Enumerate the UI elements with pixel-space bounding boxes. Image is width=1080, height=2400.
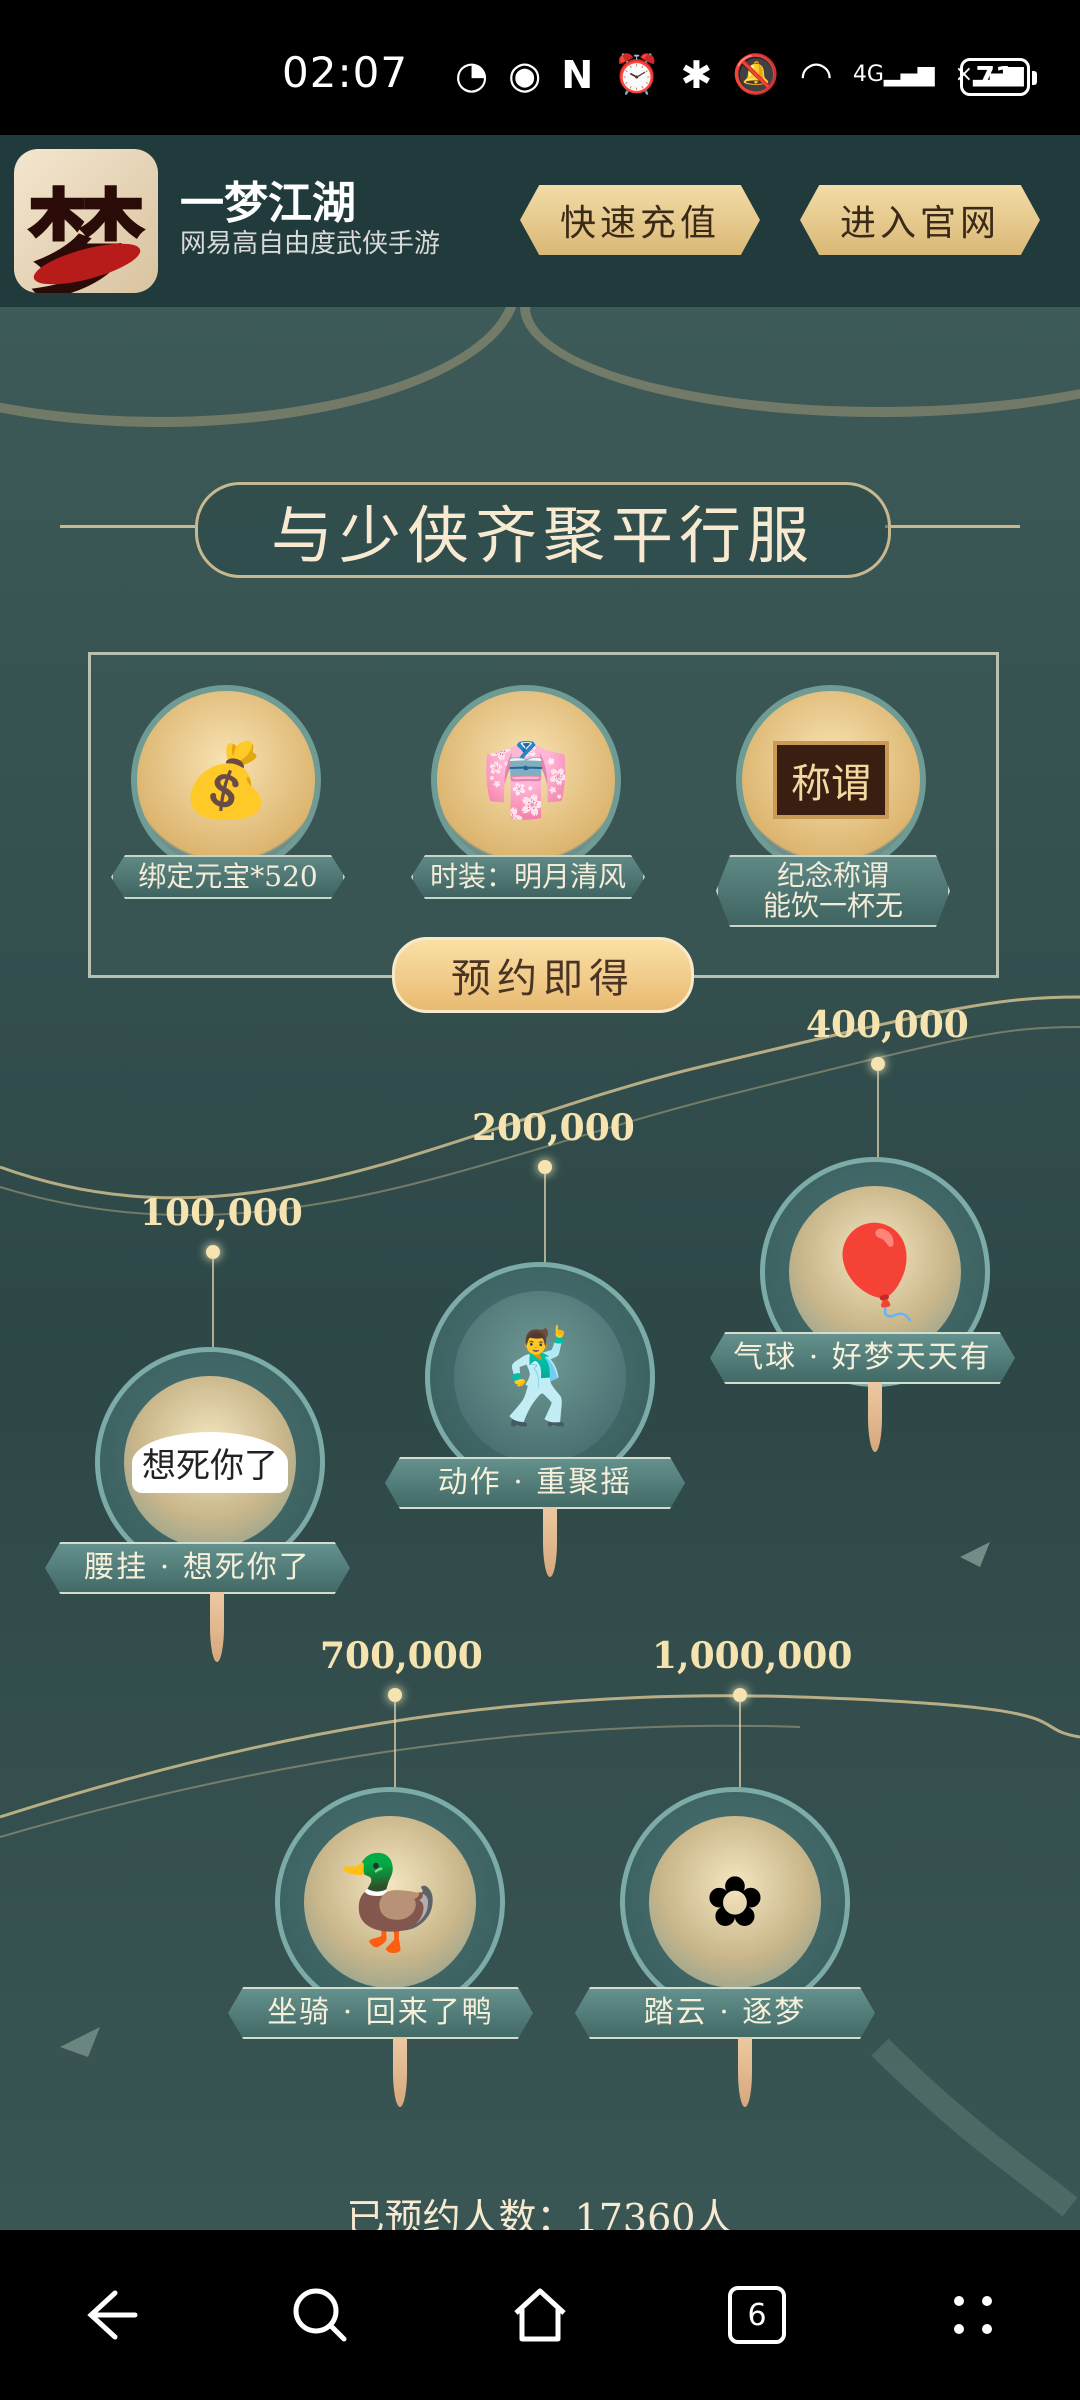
tassel <box>393 2037 407 2107</box>
milestone-value: 1,000,000 <box>652 1635 853 1677</box>
tassel <box>868 1382 882 1452</box>
duck-icon: 🦆 <box>304 1816 476 1988</box>
fan-text: 想死你了 <box>132 1431 288 1493</box>
reservation-total: 已预约人数：17360人 <box>346 2196 734 2230</box>
reserve-button[interactable]: 预约即得 <box>392 937 694 1013</box>
headline-deco-left <box>60 525 195 528</box>
page-headline: 与少侠齐聚平行服 <box>270 499 815 572</box>
title-plaque: 称谓 <box>773 741 889 819</box>
tabs-icon[interactable]: 6 <box>712 2270 802 2360</box>
reward-item: 称谓 纪念称谓 能饮一杯无 <box>716 685 950 927</box>
quick-recharge-button[interactable]: 快速充值 <box>520 185 760 255</box>
wifi-icon: ◠ <box>799 52 833 97</box>
speedometer-icon: ◔ <box>455 52 489 97</box>
app-title: 一梦江湖 <box>180 178 356 229</box>
app-header: 梦 一梦江湖 网易高自由度武侠手游 快速充值 进入官网 <box>0 135 1080 307</box>
milestone-label: 腰挂 · 想死你了 <box>45 1542 350 1594</box>
eye-icon: ◉ <box>508 52 542 97</box>
back-icon[interactable] <box>62 2270 152 2360</box>
costume-icon: 👘 <box>431 685 621 875</box>
milestone-line <box>544 1172 546 1267</box>
milestone-value: 100,000 <box>140 1192 303 1234</box>
mute-icon: 🔕 <box>732 52 780 96</box>
app-subtitle: 网易高自由度武侠手游 <box>180 229 441 259</box>
signal-4g-icon: 4G▂▄▆ <box>852 62 935 87</box>
alarm-icon: ⏰ <box>613 52 661 96</box>
tassel <box>543 1507 557 1577</box>
navigation-bar: 6 <box>0 2230 1080 2400</box>
reward-item: 👘 时装：明月清风 <box>411 685 645 899</box>
milestone-value: 400,000 <box>806 1004 969 1046</box>
title-plaque-icon: 称谓 <box>736 685 926 875</box>
milestone-line <box>739 1700 741 1790</box>
reward-label: 绑定元宝*520 <box>111 855 345 899</box>
status-bar: 02:07 ◔ ◉ N ⏰ ✱ 🔕 ◠ 4G▂▄▆ ×▂▄▆ 71 <box>0 0 1080 135</box>
milestone-line <box>394 1700 396 1790</box>
status-time: 02:07 <box>282 48 409 97</box>
cloud-step-icon: ✿ <box>649 1816 821 1988</box>
reward-label: 纪念称谓 能饮一杯无 <box>716 855 950 927</box>
reward-label: 时装：明月清风 <box>411 855 645 899</box>
fan-icon: 想死你了 <box>124 1376 296 1548</box>
milestone-value: 200,000 <box>472 1107 635 1149</box>
reward-label-line2: 能饮一杯无 <box>762 889 903 922</box>
home-icon[interactable] <box>495 2270 585 2360</box>
headline-deco-right <box>885 525 1020 528</box>
reservation-reward-panel: 💰 绑定元宝*520 👘 时装：明月清风 称谓 纪念称谓 能饮一杯无 <box>88 652 999 978</box>
milestone-line <box>212 1257 214 1352</box>
nfc-icon: N <box>561 52 594 97</box>
milestone-label: 踏云 · 逐梦 <box>575 1987 875 2039</box>
dance-figure-icon: 🕺 <box>454 1291 626 1463</box>
event-page: 与少侠齐聚平行服 💰 绑定元宝*520 👘 时装：明月清风 称谓 纪念称谓 能饮… <box>0 307 1080 2230</box>
battery-icon: 71 <box>960 58 1037 96</box>
app-logo[interactable]: 梦 <box>14 149 158 293</box>
official-site-button[interactable]: 进入官网 <box>800 185 1040 255</box>
milestone-label: 坐骑 · 回来了鸭 <box>228 1987 533 2039</box>
reward-item: 💰 绑定元宝*520 <box>111 685 345 899</box>
tassel <box>210 1592 224 1662</box>
milestone-value: 700,000 <box>320 1635 483 1677</box>
milestone-label: 气球 · 好梦天天有 <box>710 1332 1015 1384</box>
menu-icon[interactable] <box>928 2270 1018 2360</box>
status-icons: ◔ ◉ N ⏰ ✱ 🔕 ◠ 4G▂▄▆ ×▂▄▆ <box>455 52 1024 97</box>
milestone-label: 动作 · 重聚摇 <box>385 1457 685 1509</box>
gold-bag-icon: 💰 <box>131 685 321 875</box>
bluetooth-icon: ✱ <box>680 52 713 97</box>
search-icon[interactable] <box>275 2270 365 2360</box>
milestone-reward-duck[interactable]: 🦆 <box>275 1787 505 2017</box>
headline-banner: 与少侠齐聚平行服 <box>195 482 891 578</box>
milestone-reward-cloud[interactable]: ✿ <box>620 1787 850 2017</box>
milestone-line <box>877 1069 879 1169</box>
network-type: 4G <box>852 62 884 87</box>
reward-label-line1: 纪念称谓 <box>776 859 889 892</box>
tab-count: 6 <box>728 2286 786 2344</box>
tassel <box>738 2037 752 2107</box>
